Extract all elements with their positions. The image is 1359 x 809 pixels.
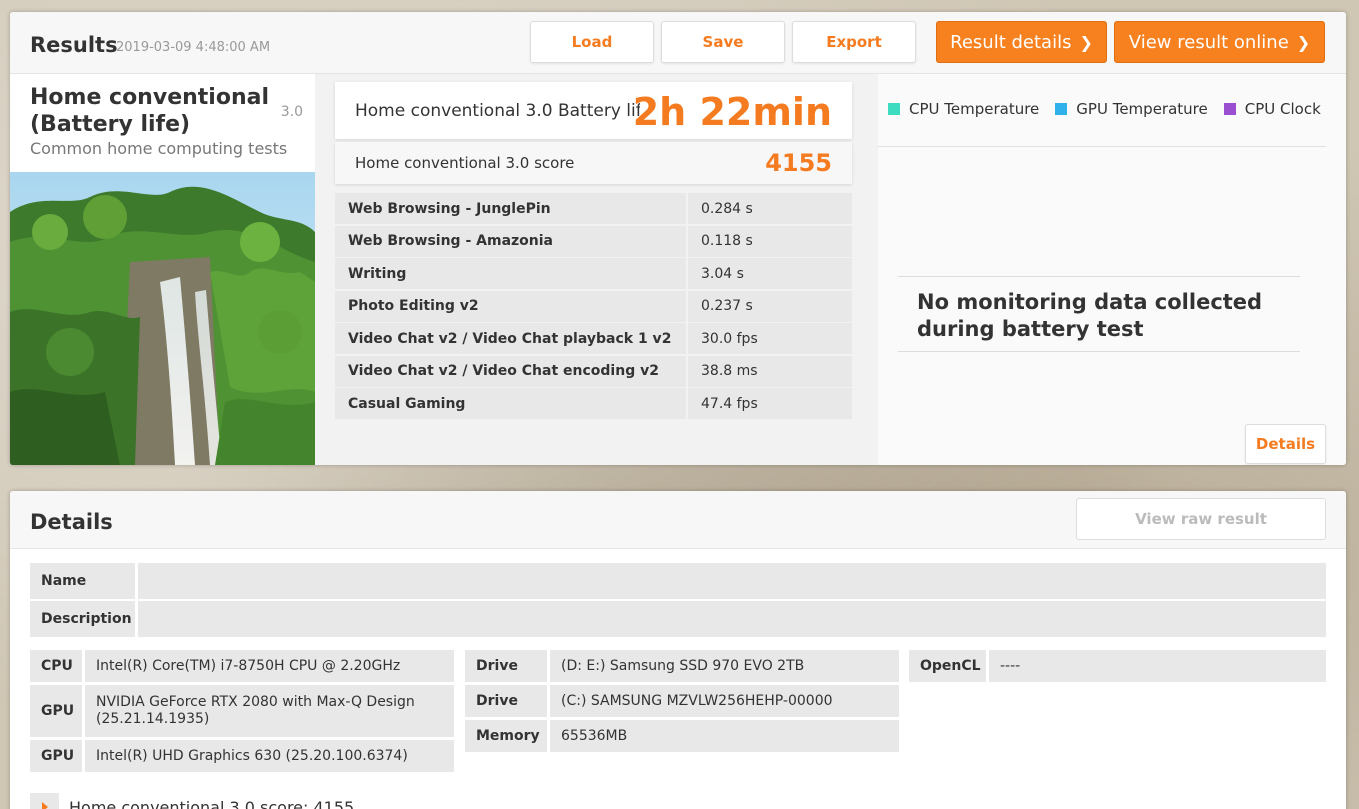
system-label: GPU [30,740,82,772]
subtest-name: Writing [335,258,686,289]
details-panel: Details View raw result Name Description… [10,491,1346,809]
waterfall-jungle-image [10,172,315,465]
system-info-hardware: CPU Intel(R) Core(TM) i7-8750H CPU @ 2.2… [30,650,454,775]
score-footer-label: Home conventional 3.0 score: 4155 [69,797,355,809]
subtest-value: 0.237 s [688,290,852,322]
system-info-storage: Drive (D: E:) Samsung SSD 970 EVO 2TB Dr… [465,650,899,755]
battery-life-box: Home conventional 3.0 Battery life 2h 22… [335,82,852,139]
system-info-opencl: OpenCL ---- [909,650,1326,685]
table-row: OpenCL ---- [909,650,1326,682]
results-panel: Results 2019-03-09 4:48:00 AM Load Save … [10,12,1346,465]
table-row: GPU NVIDIA GeForce RTX 2080 with Max-Q D… [30,685,454,737]
test-version: 3.0 [280,104,303,120]
details-title: Details [30,510,113,534]
table-row: Memory 65536MB [465,720,899,752]
score-box: Home conventional 3.0 score 4155 [335,142,852,184]
table-row: Web Browsing - JunglePin 0.284 s [335,193,852,224]
load-button[interactable]: Load [530,21,654,63]
subtest-value: 47.4 fps [688,388,852,419]
table-row: Video Chat v2 / Video Chat playback 1 v2… [335,323,852,354]
monitoring-column: CPU Temperature GPU Temperature CPU Cloc… [878,74,1346,465]
subtest-value: 38.8 ms [688,355,852,387]
system-value: (D: E:) Samsung SSD 970 EVO 2TB [550,650,899,682]
system-value: 65536MB [550,720,899,752]
table-row: Casual Gaming 47.4 fps [335,388,852,419]
legend-swatch [1055,103,1068,115]
table-row: Photo Editing v2 0.237 s [335,290,852,322]
chevron-right-icon: ❯ [1296,32,1311,52]
system-label: Memory [465,720,547,752]
table-row: Web Browsing - Amazonia 0.118 s [335,225,852,257]
legend-item-gpu-temperature[interactable]: GPU Temperature [1055,100,1208,118]
results-date: 2019-03-09 4:48:00 AM [116,40,271,55]
table-row: Drive (C:) SAMSUNG MZVLW256HEHP-00000 [465,685,899,717]
view-online-label: View result online [1128,31,1289,53]
legend-label: CPU Temperature [909,100,1040,118]
no-monitoring-data-message: No monitoring data collected during batt… [917,290,1263,341]
system-label: CPU [30,650,82,682]
test-name: Home conventional (Battery life) [30,85,269,137]
battery-life-label: Home conventional 3.0 Battery life [355,101,640,121]
description-value[interactable] [138,601,1326,637]
results-header: Results 2019-03-09 4:48:00 AM Load Save … [10,12,1346,74]
system-label: Drive [465,650,547,682]
chevron-right-icon: ❯ [1079,32,1093,52]
subtest-name: Web Browsing - JunglePin [335,193,686,224]
score-value: 4155 [765,149,832,177]
battery-life-value: 2h 22min [632,90,832,134]
table-row: Video Chat v2 / Video Chat encoding v2 3… [335,355,852,387]
subtest-name: Video Chat v2 / Video Chat encoding v2 [335,355,686,387]
subtest-name: Web Browsing - Amazonia [335,225,686,257]
subtest-value: 0.284 s [688,193,852,224]
view-result-online-button[interactable]: View result online ❯ [1114,21,1325,63]
legend-swatch [1223,103,1236,115]
score-footer[interactable]: Home conventional 3.0 score: 4155 [30,793,354,809]
score-column: Home conventional 3.0 Battery life 2h 22… [315,74,878,465]
details-header: Details View raw result [10,491,1346,549]
table-row: Writing 3.04 s [335,258,852,289]
table-row: GPU Intel(R) UHD Graphics 630 (25.20.100… [30,740,454,772]
subtest-table: Web Browsing - JunglePin 0.284 s Web Bro… [335,193,852,421]
system-label: OpenCL [909,650,986,682]
name-label: Name [30,563,135,599]
score-label: Home conventional 3.0 score [355,154,575,172]
monitoring-details-button[interactable]: Details [1245,424,1326,464]
table-row: Drive (D: E:) Samsung SSD 970 EVO 2TB [465,650,899,682]
subtest-name: Casual Gaming [335,388,686,419]
name-value[interactable] [138,563,1326,599]
results-title: Results [30,33,118,57]
legend-item-cpu-clock[interactable]: CPU Clock [1223,100,1321,118]
system-value: NVIDIA GeForce RTX 2080 with Max-Q Desig… [85,685,454,737]
subtest-name: Video Chat v2 / Video Chat playback 1 v2 [335,323,686,354]
subtest-name: Photo Editing v2 [335,290,686,322]
export-button[interactable]: Export [792,21,916,63]
legend-swatch [888,103,900,115]
test-description: Common home computing tests [30,139,288,158]
subtest-value: 3.04 s [688,258,852,289]
system-label: GPU [30,685,82,737]
legend-label: GPU Temperature [1076,100,1208,118]
system-value: Intel(R) Core(TM) i7-8750H CPU @ 2.20GHz [85,650,454,682]
description-label: Description [30,601,135,637]
subtest-value: 30.0 fps [688,323,852,354]
system-value: (C:) SAMSUNG MZVLW256HEHP-00000 [550,685,899,717]
system-label: Drive [465,685,547,717]
view-raw-result-button[interactable]: View raw result [1076,498,1326,540]
expand-arrow-icon[interactable] [30,793,59,809]
result-details-button[interactable]: Result details ❯ [936,21,1107,63]
description-row: Description [30,601,1326,637]
system-value: ---- [989,650,1326,682]
no-monitoring-data-box: No monitoring data collected during batt… [898,276,1300,352]
name-row: Name [30,563,1326,599]
legend-label: CPU Clock [1244,100,1321,118]
subtest-value: 0.118 s [688,225,852,257]
test-info: Home conventional (Battery life) 3.0 Com… [10,74,315,465]
save-button[interactable]: Save [661,21,785,63]
system-value: Intel(R) UHD Graphics 630 (25.20.100.637… [85,740,454,772]
monitoring-legend: CPU Temperature GPU Temperature CPU Cloc… [888,100,1337,118]
legend-item-cpu-temperature[interactable]: CPU Temperature [888,100,1039,118]
table-row: CPU Intel(R) Core(TM) i7-8750H CPU @ 2.2… [30,650,454,682]
result-details-label: Result details [950,31,1072,53]
divider [878,146,1326,147]
